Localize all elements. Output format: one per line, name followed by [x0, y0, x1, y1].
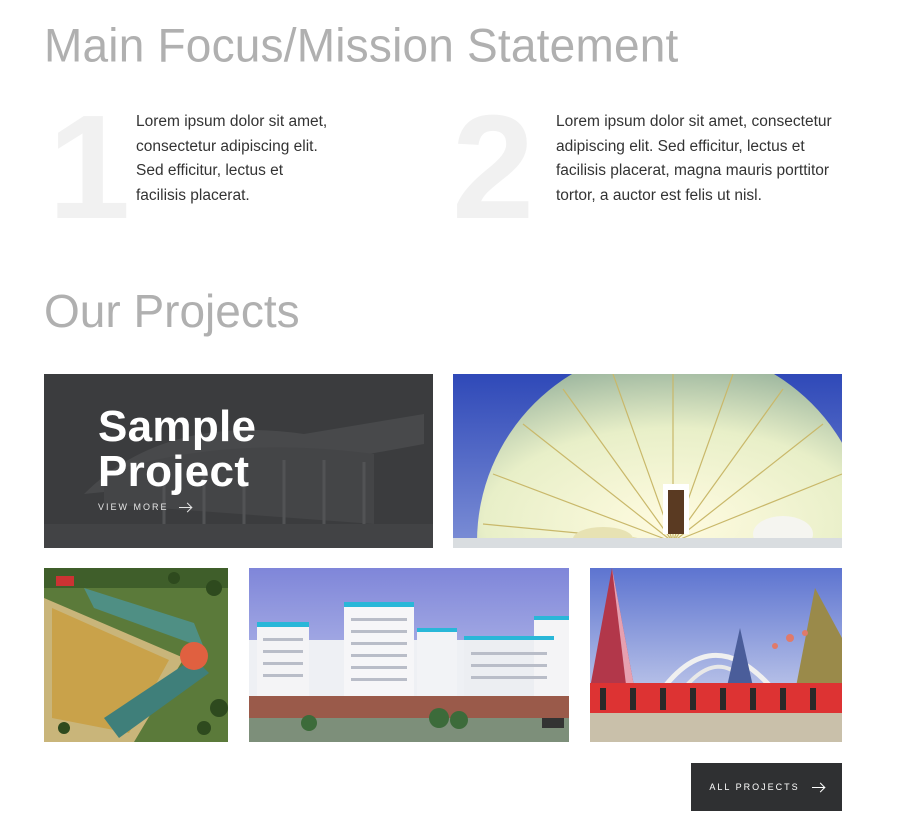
project-tile-stadium[interactable] [44, 568, 228, 742]
featured-project-title: Sample Project [98, 402, 257, 496]
project-image-dome [453, 374, 842, 548]
project-image-monument [590, 568, 842, 742]
project-image-stadium [44, 568, 228, 742]
view-more-label: VIEW MORE [98, 502, 169, 512]
all-projects-button[interactable]: ALL PROJECTS [691, 763, 842, 811]
view-more-link[interactable]: VIEW MORE [98, 502, 191, 512]
projects-heading: Our Projects [44, 285, 300, 337]
arrow-right-icon [178, 506, 191, 508]
arrow-right-icon [811, 786, 824, 788]
project-tile-apartments[interactable] [249, 568, 569, 742]
mission-number-2: 2 [452, 85, 535, 250]
mission-number-1: 1 [48, 85, 131, 250]
project-tile-dome[interactable] [453, 374, 842, 548]
all-projects-label: ALL PROJECTS [709, 782, 800, 792]
mission-heading: Main Focus/Mission Statement [44, 18, 679, 72]
mission-text-1: Lorem ipsum dolor sit amet, consectetur … [136, 113, 328, 204]
project-image-apartments [249, 568, 569, 742]
featured-project-tile[interactable]: Sample Project VIEW MORE [44, 374, 433, 548]
mission-text-2: Lorem ipsum dolor sit amet, consectetur … [556, 113, 832, 204]
project-tile-monument[interactable] [590, 568, 842, 742]
